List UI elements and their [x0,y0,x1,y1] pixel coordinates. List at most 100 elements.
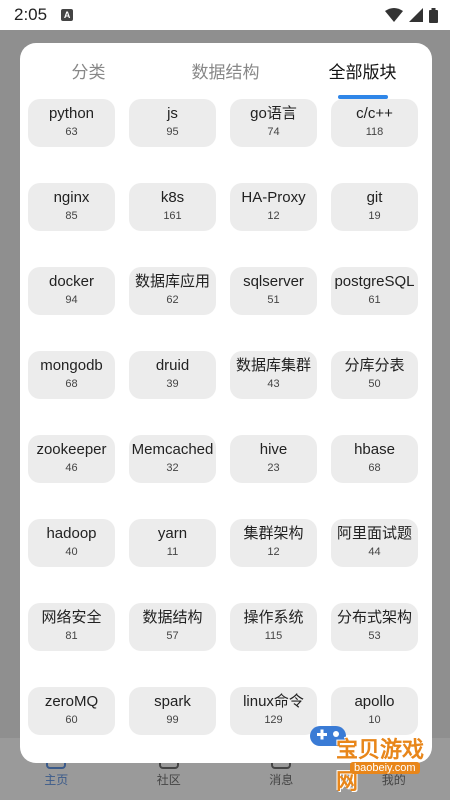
forum-post-count: 99 [166,714,179,726]
forum-post-count: 68 [65,378,78,390]
forum-post-count: 44 [368,546,381,558]
bottom-nav-label: 消息 [269,773,294,787]
forum-name: mongodb [40,357,103,374]
battery-icon [429,7,438,23]
forum-name: postgreSQL [334,273,415,290]
forum-name: hbase [354,441,395,458]
forum-item[interactable]: 网络安全 81 [28,603,115,651]
forum-item[interactable]: sqlserver 51 [230,267,317,315]
forum-name: zeroMQ [44,693,99,710]
forum-item[interactable]: druid 39 [129,351,216,399]
forum-name: go语言 [250,105,297,122]
forum-item[interactable]: spark 99 [129,687,216,735]
watermark: 宝贝游戏网 baobeiy.com [300,720,440,794]
forum-post-count: 63 [65,126,78,138]
forum-name: apollo [354,693,395,710]
forum-item[interactable]: 分布式架构 53 [331,603,418,651]
forum-item[interactable]: nginx 85 [28,183,115,231]
forum-item[interactable]: go语言 74 [230,99,317,147]
forum-name: git [366,189,383,206]
watermark-url: baobeiy.com [350,762,420,774]
forum-name: 数据库应用 [134,273,210,290]
forum-name: Memcached [131,441,214,458]
forum-name: docker [48,273,95,290]
forum-name: python [48,105,95,122]
forum-name: 数据结构 [142,609,203,626]
forum-item[interactable]: mongodb 68 [28,351,115,399]
forum-name: druid [155,357,190,374]
tab-label: 数据结构 [191,63,260,82]
forum-post-count: 11 [166,546,179,558]
forum-item[interactable]: zeroMQ 60 [28,687,115,735]
forum-item[interactable]: docker 94 [28,267,115,315]
forum-item[interactable]: c/c++ 118 [331,99,418,147]
forum-item[interactable]: HA-Proxy 12 [230,183,317,231]
forum-item[interactable]: hbase 68 [331,435,418,483]
forum-name: HA-Proxy [241,189,306,206]
forum-name: yarn [157,525,188,542]
forum-item[interactable]: python 63 [28,99,115,147]
forum-item[interactable]: k8s 161 [129,183,216,231]
forum-name: 网络安全 [41,609,102,626]
forum-name: 阿里面试题 [336,525,412,542]
signal-icon [409,8,423,22]
tab-label: 全部版块 [328,63,397,82]
forum-post-count: 12 [267,546,280,558]
forum-post-count: 118 [365,126,384,138]
forum-post-count: 23 [267,462,280,474]
forum-post-count: 57 [166,630,179,642]
forum-item[interactable]: 数据库集群 43 [230,351,317,399]
forum-item[interactable]: 数据结构 57 [129,603,216,651]
forum-post-count: 161 [163,210,182,222]
bottom-nav-label: 主页 [44,773,69,787]
forum-name: 集群架构 [243,525,304,542]
notification-a-icon: A [61,9,74,21]
tab-data-structure[interactable]: 数据结构 [157,43,294,103]
forum-post-count: 12 [267,210,280,222]
forum-name: spark [154,693,191,710]
forum-item[interactable]: 分库分表 50 [331,351,418,399]
forum-post-count: 53 [368,630,381,642]
forum-item[interactable]: 阿里面试题 44 [331,519,418,567]
forum-item[interactable]: postgreSQL 61 [331,267,418,315]
tab-label: 分类 [71,63,106,82]
forum-post-count: 74 [267,126,280,138]
forum-post-count: 115 [264,630,283,642]
forum-item[interactable]: hive 23 [230,435,317,483]
forum-picker-sheet: 分类 数据结构 全部版块 python 63 js 95 go语言 74 c/c++ 118 ngi… [20,43,432,763]
forum-item[interactable]: 集群架构 12 [230,519,317,567]
forum-name: hadoop [46,525,97,542]
forum-post-count: 51 [267,294,280,306]
forum-item[interactable]: zookeeper 46 [28,435,115,483]
forum-post-count: 85 [65,210,78,222]
forum-item[interactable]: 操作系统 115 [230,603,317,651]
forum-grid: python 63 js 95 go语言 74 c/c++ 118 nginx 85 k8s 161 H… [28,99,432,735]
forum-name: 操作系统 [243,609,304,626]
forum-item[interactable]: js 95 [129,99,216,147]
status-time: 2:05 [14,5,48,24]
forum-post-count: 32 [166,462,179,474]
forum-name: js [167,105,178,122]
forum-item[interactable]: yarn 11 [129,519,216,567]
forum-item[interactable]: hadoop 40 [28,519,115,567]
forum-item[interactable]: git 19 [331,183,418,231]
forum-item[interactable]: Memcached 32 [129,435,216,483]
forum-post-count: 39 [166,378,179,390]
status-bar: 2:05 A [0,0,450,30]
forum-post-count: 62 [166,294,179,306]
forum-name: zookeeper [36,441,107,458]
forum-post-count: 50 [368,378,381,390]
forum-post-count: 40 [65,546,78,558]
forum-name: 分库分表 [344,357,405,374]
tab-category[interactable]: 分类 [20,43,157,103]
forum-post-count: 19 [368,210,381,222]
forum-item[interactable]: 数据库应用 62 [129,267,216,315]
wifi-icon [385,8,403,22]
forum-name: nginx [53,189,90,206]
forum-post-count: 61 [368,294,381,306]
forum-post-count: 60 [65,714,78,726]
tab-bar: 分类 数据结构 全部版块 [20,43,432,103]
forum-name: c/c++ [356,105,393,122]
tab-all-forums[interactable]: 全部版块 [294,43,431,103]
forum-post-count: 43 [267,378,280,390]
